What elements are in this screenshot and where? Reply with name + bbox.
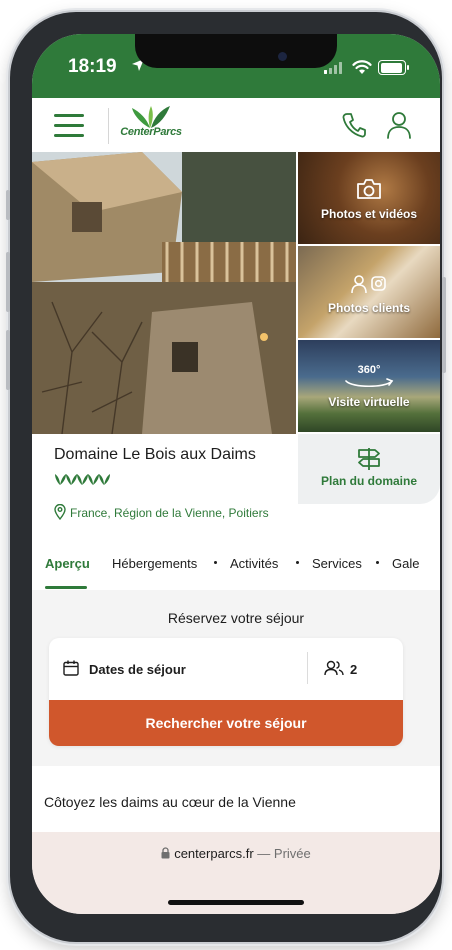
volume-down-button <box>6 330 10 390</box>
tab-apercu[interactable]: Aperçu <box>45 556 90 571</box>
search-stay-button[interactable]: Rechercher votre séjour <box>49 700 403 746</box>
silent-switch <box>6 190 10 220</box>
phone-frame: 18:19 CenterParcs Photos et vidéos Photo… <box>6 12 446 942</box>
hamburger-menu-icon[interactable] <box>54 114 84 137</box>
booking-section: Réservez votre séjour Dates de séjour 2 … <box>32 590 440 766</box>
thumbnail-label: Photos et vidéos <box>320 207 418 221</box>
tab-separator <box>296 561 299 564</box>
guests-selector[interactable]: 2 <box>308 638 403 700</box>
treehouse-illustration <box>32 152 296 434</box>
site-header: CenterParcs <box>32 98 440 152</box>
plan-du-domaine-button[interactable]: Plan du domaine <box>298 434 440 504</box>
booking-title: Réservez votre séjour <box>167 610 305 626</box>
thumbnail-customer-photos[interactable]: Photos clients <box>298 246 440 338</box>
thumbnail-label: Photos clients <box>327 301 410 315</box>
booking-card: Dates de séjour 2 Rechercher votre séjou… <box>49 638 403 746</box>
guests-count: 2 <box>350 662 358 677</box>
thumbnail-photos-videos[interactable]: Photos et vidéos <box>298 152 440 244</box>
centerparcs-logo[interactable]: CenterParcs <box>120 104 182 146</box>
360-arc-icon <box>345 378 394 388</box>
battery-icon <box>378 60 409 75</box>
dates-label: Dates de séjour <box>89 662 186 677</box>
map-pin-icon <box>54 504 66 520</box>
active-tab-underline <box>45 586 87 589</box>
360-badge-text: 360° <box>357 364 381 376</box>
screen: 18:19 CenterParcs Photos et vidéos Photo… <box>32 34 440 914</box>
header-divider <box>108 108 109 144</box>
url-domain: centerparcs.fr <box>174 846 254 861</box>
browser-url-bar[interactable]: centerparcs.fr — Privée <box>32 832 440 914</box>
cellular-signal-icon <box>324 62 342 74</box>
url-separator: — <box>253 846 274 861</box>
battery-level <box>380 62 402 73</box>
volume-up-button <box>6 252 10 312</box>
tab-hebergements[interactable]: Hébergements <box>112 556 197 571</box>
private-mode-label: Privée <box>273 846 311 861</box>
tab-activites[interactable]: Activités <box>230 556 278 571</box>
location-text: France, Région de la Vienne, Poitiers <box>70 506 269 520</box>
section-tabs: Aperçu Hébergements Activités Services G… <box>32 534 440 591</box>
power-button <box>442 277 446 373</box>
signpost-icon <box>358 448 380 470</box>
thumbnail-label: Visite virtuelle <box>328 395 410 409</box>
domain-title: Domaine Le Bois aux Daims <box>54 446 256 463</box>
calendar-icon <box>63 660 79 676</box>
rating-leaves-icon <box>55 474 110 485</box>
guests-icon <box>324 660 344 676</box>
notch <box>135 34 337 68</box>
camera-icon <box>357 179 381 199</box>
dates-selector[interactable]: Dates de séjour <box>49 638 307 700</box>
thumbnail-virtual-tour[interactable]: 360° Visite virtuelle <box>298 340 440 432</box>
tab-services[interactable]: Services <box>312 556 362 571</box>
description-heading: Côtoyez les daims au cœur de la Vienne <box>44 794 296 810</box>
logo-text: CenterParcs <box>120 126 182 138</box>
front-camera <box>278 52 287 61</box>
status-time: 18:19 <box>68 56 117 77</box>
phone-icon[interactable] <box>342 112 366 138</box>
main-photo-treehouse[interactable] <box>32 152 296 434</box>
domain-info: Domaine Le Bois aux Daims France, Région… <box>32 434 440 534</box>
tab-separator <box>214 561 217 564</box>
tab-separator <box>376 561 379 564</box>
url-display[interactable]: centerparcs.fr — Privée <box>32 846 440 861</box>
home-indicator[interactable] <box>168 900 304 905</box>
tab-galerie[interactable]: Gale <box>392 556 419 571</box>
user-icon[interactable] <box>386 111 412 139</box>
user-instagram-icon <box>351 275 386 294</box>
status-bar: 18:19 <box>32 34 440 98</box>
plan-label: Plan du domaine <box>320 474 417 488</box>
photo-gallery: Photos et vidéos Photos clients 360° Vis… <box>32 152 440 434</box>
wifi-icon <box>352 60 372 74</box>
description-section: Côtoyez les daims au cœur de la Vienne <box>32 766 440 832</box>
360-icon: 360° <box>342 364 396 390</box>
lock-icon <box>161 847 170 859</box>
